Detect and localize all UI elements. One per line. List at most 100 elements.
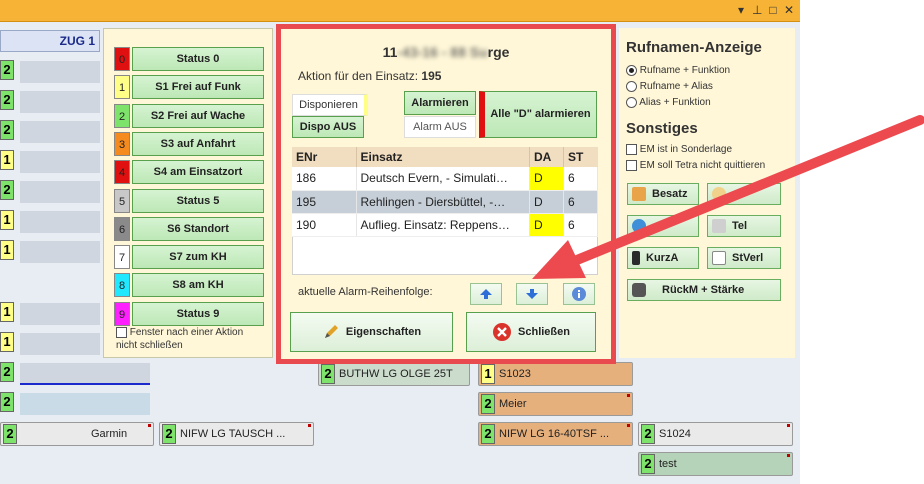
radio-device-icon (632, 251, 640, 265)
unit-meier[interactable]: 2 Meier (478, 392, 633, 416)
check-label: EM ist in Sonderlage (639, 144, 733, 156)
stverl-button[interactable]: StVerl (707, 247, 781, 269)
status-number: 1 (114, 75, 130, 100)
schliessen-button[interactable]: Schließen (466, 312, 596, 352)
rueckm-button[interactable]: RückM + Stärke (627, 279, 781, 301)
unit-s1023[interactable]: 1 S1023 (478, 362, 633, 386)
unit-nifw-16[interactable]: 2 NIFW LG 16-40TSF ... (478, 422, 633, 446)
vehicle-strip (20, 303, 100, 325)
move-down-button[interactable] (516, 283, 548, 305)
table-row[interactable]: 190 Auflieg. Einsatz: Reppens… D 6 (292, 213, 598, 237)
alarmieren-button[interactable]: Alarmieren (404, 91, 476, 115)
map-button[interactable] (627, 215, 699, 237)
radio-button[interactable] (626, 65, 637, 76)
vehicle-strip (20, 61, 100, 83)
status-button-1[interactable]: S1 Frei auf Funk (132, 75, 264, 100)
vehicle-strip (20, 181, 100, 203)
people-icon (632, 187, 646, 201)
checkbox[interactable] (626, 160, 637, 171)
title-part: rge (487, 44, 510, 60)
alle-d-alarmieren-button[interactable]: Alle "D" alarmieren (479, 91, 597, 138)
dispo-aus-button[interactable]: Dispo AUS (292, 116, 364, 138)
move-up-button[interactable] (470, 283, 502, 305)
disponieren-button[interactable]: Disponieren (292, 94, 368, 116)
dropdown-icon[interactable]: ▾ (736, 3, 746, 17)
unit-indicator (627, 394, 630, 397)
table-row-selected[interactable]: 195 Rehlingen - Diersbüttel, -… D 6 (292, 190, 598, 214)
unit-s1024[interactable]: 2 S1024 (638, 422, 793, 446)
vehicle-status[interactable]: 2 (0, 60, 22, 84)
kurza-button[interactable]: KurzA (627, 247, 699, 269)
info-icon (572, 287, 586, 301)
vehicle-status[interactable]: 2 (0, 90, 22, 114)
unit-indicator (148, 424, 151, 427)
status-button-9[interactable]: Status 9 (132, 301, 264, 326)
timer-button[interactable] (707, 183, 781, 205)
eigenschaften-button[interactable]: Eigenschaften (290, 312, 453, 352)
column-header[interactable]: ENr (292, 147, 357, 167)
column-header[interactable]: ST (563, 147, 598, 167)
unit-indicator (787, 424, 790, 427)
cell-einsatz: Deutsch Evern, - Simulati… (356, 167, 530, 191)
einsatz-table: ENr Einsatz DA ST 186 Deutsch Evern, - S… (292, 147, 598, 237)
status-button-8[interactable]: S8 am KH (132, 273, 264, 298)
vehicle-status[interactable]: 1 (0, 332, 22, 356)
option-rufname-funktion[interactable]: Rufname + Funktion (626, 65, 730, 76)
vehicle-status[interactable]: 1 (0, 210, 22, 234)
besatz-button[interactable]: Besatz (627, 183, 699, 205)
close-icon[interactable]: ✕ (784, 3, 794, 17)
column-header[interactable]: Einsatz (356, 147, 530, 167)
unit-indicator (308, 424, 311, 427)
tel-button[interactable]: Tel (707, 215, 781, 237)
radio-button[interactable] (626, 97, 637, 108)
column-header[interactable]: DA (529, 147, 564, 167)
unit-nifw-tausch[interactable]: 2 NIFW LG TAUSCH ... (159, 422, 314, 446)
table-row[interactable]: 186 Deutsch Evern, - Simulati… D 6 (292, 167, 598, 191)
status-button-7[interactable]: S7 zum KH (132, 245, 264, 270)
check-tetra[interactable]: EM soll Tetra nicht quittieren (626, 160, 765, 171)
button-label: KurzA (646, 252, 679, 264)
keep-window-checkbox[interactable] (116, 326, 127, 338)
status-number: 0 (114, 47, 130, 71)
pin-icon[interactable]: ⊥ (752, 3, 762, 17)
unit-garmin[interactable]: 2 Garmin (0, 422, 154, 446)
status-button-3[interactable]: S3 auf Anfahrt (132, 131, 264, 156)
option-label: Rufname + Funktion (639, 65, 731, 77)
radio-button[interactable] (626, 81, 637, 92)
info-button[interactable] (563, 283, 595, 305)
check-sonderlage[interactable]: EM ist in Sonderlage (626, 144, 732, 155)
vehicle-status[interactable]: 1 (0, 240, 22, 264)
unit-buthw[interactable]: 2 BUTHW LG OLGE 25T (318, 362, 470, 386)
status-button-6[interactable]: S6 Standort (132, 216, 264, 241)
status-button-5[interactable]: Status 5 (132, 188, 264, 213)
vehicle-status[interactable]: 1 (0, 150, 22, 174)
vehicle-status[interactable]: 2 (0, 362, 22, 386)
status-number: 3 (114, 131, 130, 156)
alarm-order-label: aktuelle Alarm-Reihenfolge: (298, 286, 433, 298)
status-button-2[interactable]: S2 Frei auf Wache (132, 103, 264, 128)
button-label: RückM + Stärke (662, 284, 745, 296)
vehicle-status[interactable]: 1 (0, 302, 22, 326)
option-rufname-alias[interactable]: Rufname + Alias (626, 81, 713, 92)
vehicle-status[interactable]: 2 (0, 120, 22, 144)
checkbox[interactable] (626, 144, 637, 155)
option-label: Alias + Funktion (639, 97, 711, 109)
option-alias-funktion[interactable]: Alias + Funktion (626, 97, 711, 108)
maximize-icon[interactable]: □ (768, 3, 778, 17)
aktion-number: 195 (421, 69, 442, 83)
vehicle-status[interactable]: 2 (0, 392, 22, 416)
status-number: 2 (114, 103, 130, 128)
vehicle-strip (20, 363, 150, 385)
status-button-0[interactable]: Status 0 (132, 47, 264, 71)
vehicle-status[interactable]: 2 (0, 180, 22, 204)
unit-indicator (627, 424, 630, 427)
redacted-text: -43-16 - 88 Su (397, 44, 488, 60)
status-panel: 0 Status 0 1 S1 Frei auf Funk 2 S2 Frei auf W… (103, 28, 273, 358)
unit-test[interactable]: 2 test (638, 452, 793, 476)
status-number: 7 (114, 245, 130, 270)
keep-window-option[interactable]: Fenster nach einer Aktion nicht schließe… (116, 326, 266, 352)
status-number: 6 (114, 216, 130, 241)
button-label: Eigenschaften (345, 326, 422, 338)
alarm-aus-button[interactable]: Alarm AUS (404, 116, 476, 138)
status-button-4[interactable]: S4 am Einsatzort (132, 160, 264, 185)
